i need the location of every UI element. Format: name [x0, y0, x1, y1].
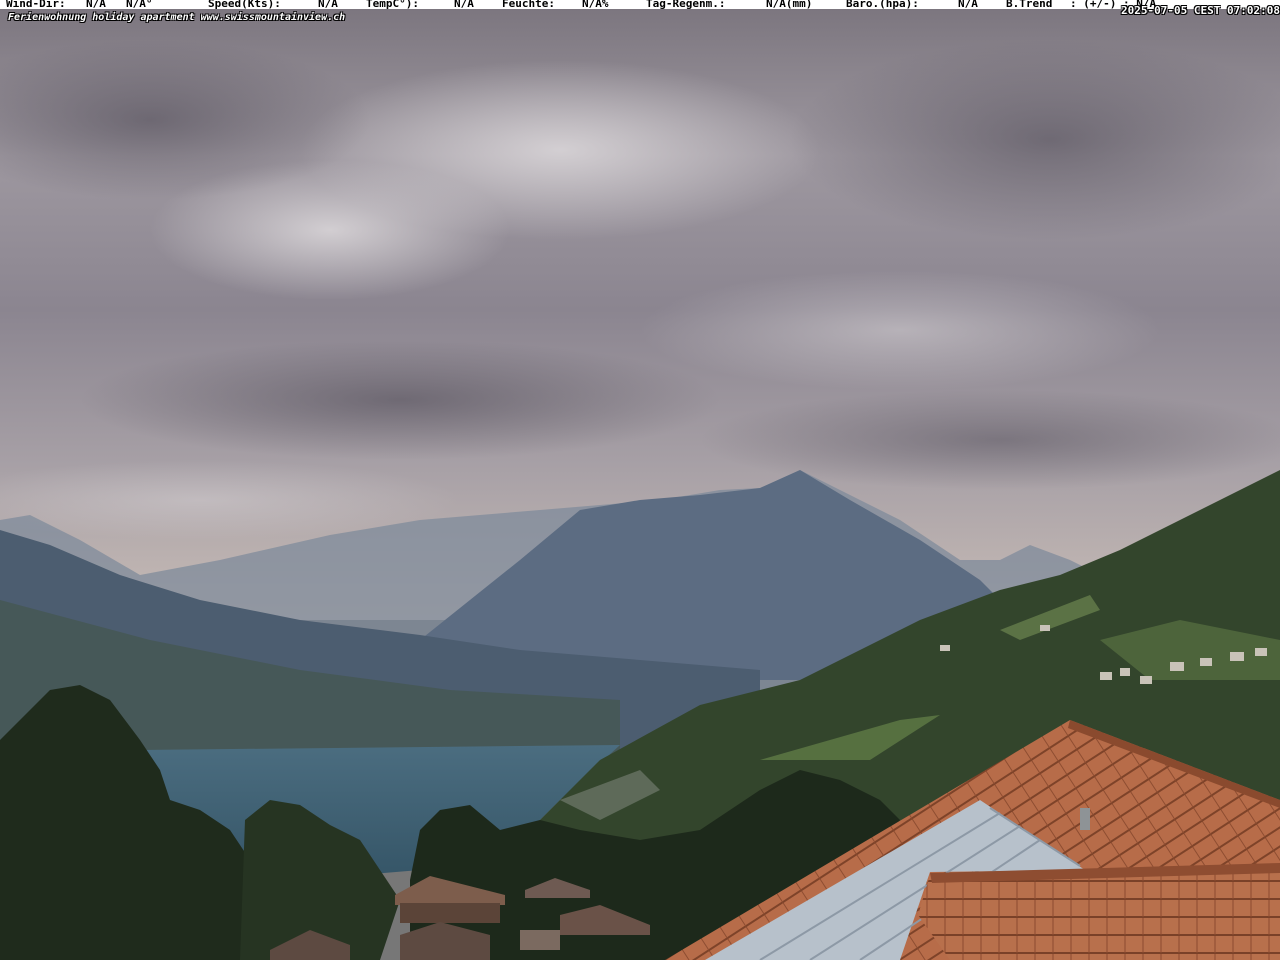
chimney — [1080, 808, 1090, 830]
weather-overlay-bar: Wind-Dir: N/A N/A° Speed(Kts): N/A TempC… — [0, 0, 1280, 10]
temp-label: TempC°): — [366, 0, 419, 10]
wind-dir-value: N/A — [86, 0, 106, 10]
baro-value: N/A — [958, 0, 978, 10]
humidity-label: Feuchte: — [502, 0, 555, 10]
wind-dir-label: Wind-Dir: — [6, 0, 66, 10]
rain-label: Tag-Regenm.: — [646, 0, 726, 10]
temp-value: N/A — [454, 0, 474, 10]
webcam-scene — [0, 0, 1280, 960]
timestamp: 2025-07-05 CEST 07:02:08 — [1121, 4, 1280, 17]
baro-label: Baro.(hpa): — [846, 0, 919, 10]
site-caption-row: Ferienwohnung holiday apartment www.swis… — [0, 12, 1280, 36]
speed-value: N/A — [318, 0, 338, 10]
rain-value: N/A(mm) — [766, 0, 813, 10]
wind-deg-value: N/A° — [126, 0, 153, 10]
trend-label: B.Trend — [1006, 0, 1053, 10]
speed-label: Speed(Kts): — [208, 0, 281, 10]
site-caption: Ferienwohnung holiday apartment www.swis… — [8, 12, 346, 23]
humidity-value: N/A% — [582, 0, 609, 10]
